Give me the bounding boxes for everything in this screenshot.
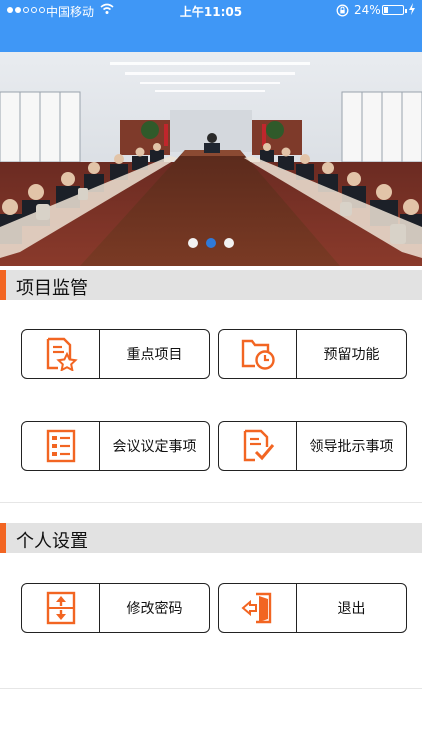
banner-carousel[interactable] — [0, 52, 422, 266]
folder-clock-icon — [241, 339, 275, 370]
section-title: 项目监管 — [16, 278, 88, 299]
tile-key-projects[interactable]: 重点项目 — [21, 329, 210, 379]
battery-percent: 24% — [354, 3, 381, 17]
tile-label: 会议议定事项 — [112, 439, 197, 455]
tile-logout[interactable]: 退出 — [218, 583, 407, 633]
pager-dot[interactable] — [206, 238, 216, 248]
battery-icon — [382, 5, 407, 15]
section-title: 个人设置 — [16, 531, 88, 552]
section-header-personal: 个人设置 — [0, 523, 422, 553]
tile-label: 领导批示事项 — [309, 439, 394, 455]
tile-label: 重点项目 — [126, 347, 183, 363]
tile-reserved-function[interactable]: 预留功能 — [218, 329, 407, 379]
accent-bar — [0, 270, 6, 300]
tile-label: 修改密码 — [126, 601, 183, 617]
star-document-icon — [46, 337, 78, 371]
tile-meeting-items[interactable]: 会议议定事项 — [21, 421, 210, 471]
pager-dot[interactable] — [188, 238, 198, 248]
tile-label: 预留功能 — [323, 347, 380, 363]
check-document-icon — [243, 429, 274, 462]
expand-arrows-icon — [46, 591, 75, 625]
status-bar: 中国移动 上午11:05 24% — [0, 0, 422, 52]
section-header-project: 项目监管 — [0, 270, 422, 300]
rotation-lock-icon — [336, 4, 349, 17]
list-icon — [46, 429, 75, 463]
carousel-pager[interactable] — [0, 238, 422, 248]
accent-bar — [0, 523, 6, 553]
tile-leader-instructions[interactable]: 领导批示事项 — [218, 421, 407, 471]
divider — [0, 688, 422, 689]
pager-dot[interactable] — [224, 238, 234, 248]
logout-door-icon — [240, 592, 271, 624]
tile-change-password[interactable]: 修改密码 — [21, 583, 210, 633]
charging-bolt-icon — [409, 3, 415, 15]
meeting-photo — [0, 52, 422, 266]
divider — [0, 502, 422, 503]
tile-label: 退出 — [337, 601, 366, 617]
